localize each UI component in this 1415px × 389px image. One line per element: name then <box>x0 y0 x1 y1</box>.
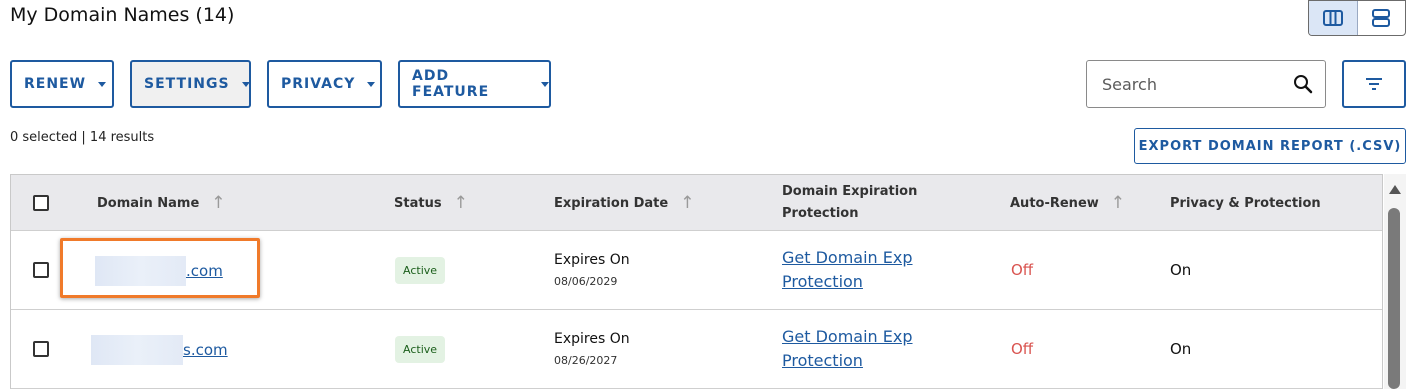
settings-button[interactable]: SETTINGS <box>130 60 251 108</box>
link-line: Protection <box>782 351 863 370</box>
sort-arrow-icon[interactable]: ↑ <box>1111 193 1125 213</box>
row-checkbox[interactable] <box>33 262 49 278</box>
get-domain-exp-protection-link[interactable]: Get Domain Exp Protection <box>782 246 913 294</box>
scroll-up-icon[interactable] <box>1389 185 1401 194</box>
renew-button[interactable]: RENEW <box>10 60 114 108</box>
chevron-down-icon <box>541 81 549 87</box>
redacted-domain <box>91 335 183 365</box>
expires-label: Expires On <box>554 252 630 268</box>
link-line: Get Domain Exp <box>782 248 913 267</box>
chevron-down-icon <box>241 81 250 87</box>
search-icon[interactable] <box>1293 74 1313 94</box>
link-line: Protection <box>782 272 863 291</box>
auto-renew-cell: Off <box>1011 310 1033 388</box>
export-report-button[interactable]: EXPORT DOMAIN REPORT (.CSV) <box>1134 128 1406 164</box>
page-title: My Domain Names (14) <box>10 4 235 26</box>
header-domain-expiration-protection: Domain Expiration Protection <box>782 175 917 231</box>
chevron-down-icon <box>98 81 107 87</box>
privacy-value: On <box>1170 261 1192 279</box>
auto-renew-value[interactable]: Off <box>1011 340 1033 358</box>
row-checkbox[interactable] <box>33 341 49 357</box>
column-view-button[interactable] <box>1309 1 1358 35</box>
status-cell: Active <box>395 231 446 309</box>
chevron-down-icon <box>367 81 376 87</box>
filter-button[interactable] <box>1342 60 1406 108</box>
select-all-checkbox[interactable] <box>33 195 49 211</box>
status-badge: Active <box>395 335 446 363</box>
privacy-cell: On <box>1170 231 1191 309</box>
privacy-label: PRIVACY <box>281 76 356 92</box>
header-label: Expiration Date <box>554 195 669 211</box>
header-label: Status <box>394 195 442 211</box>
column-view-icon <box>1322 10 1343 26</box>
header-label: Privacy & Protection <box>1170 195 1321 211</box>
table-header: Domain Name ↑ Status ↑ Expiration Date ↑… <box>11 175 1382 231</box>
status-cell: Active <box>395 310 446 388</box>
protection-cell: Get Domain Exp Protection <box>782 310 913 388</box>
header-expiration-date[interactable]: Expiration Date ↑ <box>554 175 694 231</box>
search-field <box>1086 60 1326 108</box>
table-row: s.com Active Expires On 08/26/2027 Get D… <box>11 310 1382 389</box>
add-feature-button[interactable]: ADD FEATURE <box>398 60 551 108</box>
expires-label: Expires On <box>554 331 630 347</box>
settings-label: SETTINGS <box>144 76 230 92</box>
get-domain-exp-protection-link[interactable]: Get Domain Exp Protection <box>782 325 913 373</box>
header-domain-name[interactable]: Domain Name ↑ <box>97 175 226 231</box>
privacy-button[interactable]: PRIVACY <box>267 60 382 108</box>
expiration-cell: Expires On 08/26/2027 <box>554 310 630 388</box>
sort-arrow-icon[interactable]: ↑ <box>211 193 225 213</box>
auto-renew-cell: Off <box>1011 231 1033 309</box>
auto-renew-value[interactable]: Off <box>1011 261 1033 279</box>
header-label: Protection <box>782 206 859 221</box>
highlight-annotation <box>60 238 260 298</box>
domain-cell: s.com <box>91 335 228 365</box>
results-summary: 0 selected | 14 results <box>10 130 155 145</box>
header-auto-renew[interactable]: Auto-Renew ↑ <box>1010 175 1125 231</box>
scrollbar[interactable] <box>1384 174 1406 389</box>
protection-cell: Get Domain Exp Protection <box>782 231 913 309</box>
sort-arrow-icon[interactable]: ↑ <box>454 193 468 213</box>
header-label: Auto-Renew <box>1010 195 1099 211</box>
privacy-value: On <box>1170 340 1192 358</box>
domain-link[interactable]: s.com <box>183 341 228 359</box>
header-status[interactable]: Status ↑ <box>394 175 468 231</box>
scrollbar-thumb[interactable] <box>1388 208 1400 389</box>
list-view-icon <box>1372 9 1391 27</box>
link-line: Get Domain Exp <box>782 327 913 346</box>
expiration-cell: Expires On 08/06/2029 <box>554 231 630 309</box>
renew-label: RENEW <box>24 76 87 92</box>
header-label: Domain Name <box>97 195 200 211</box>
add-feature-label: ADD FEATURE <box>412 68 490 100</box>
expires-date: 08/26/2027 <box>554 354 618 367</box>
header-privacy-protection: Privacy & Protection <box>1170 175 1321 231</box>
filter-icon <box>1366 78 1382 90</box>
search-input[interactable] <box>1102 74 1287 94</box>
sort-arrow-icon[interactable]: ↑ <box>680 193 694 213</box>
header-label: Domain Expiration <box>782 184 918 199</box>
list-view-button[interactable] <box>1358 1 1406 35</box>
privacy-cell: On <box>1170 310 1191 388</box>
view-toggle <box>1308 0 1406 36</box>
expires-date: 08/06/2029 <box>554 275 618 288</box>
status-badge: Active <box>395 256 446 284</box>
